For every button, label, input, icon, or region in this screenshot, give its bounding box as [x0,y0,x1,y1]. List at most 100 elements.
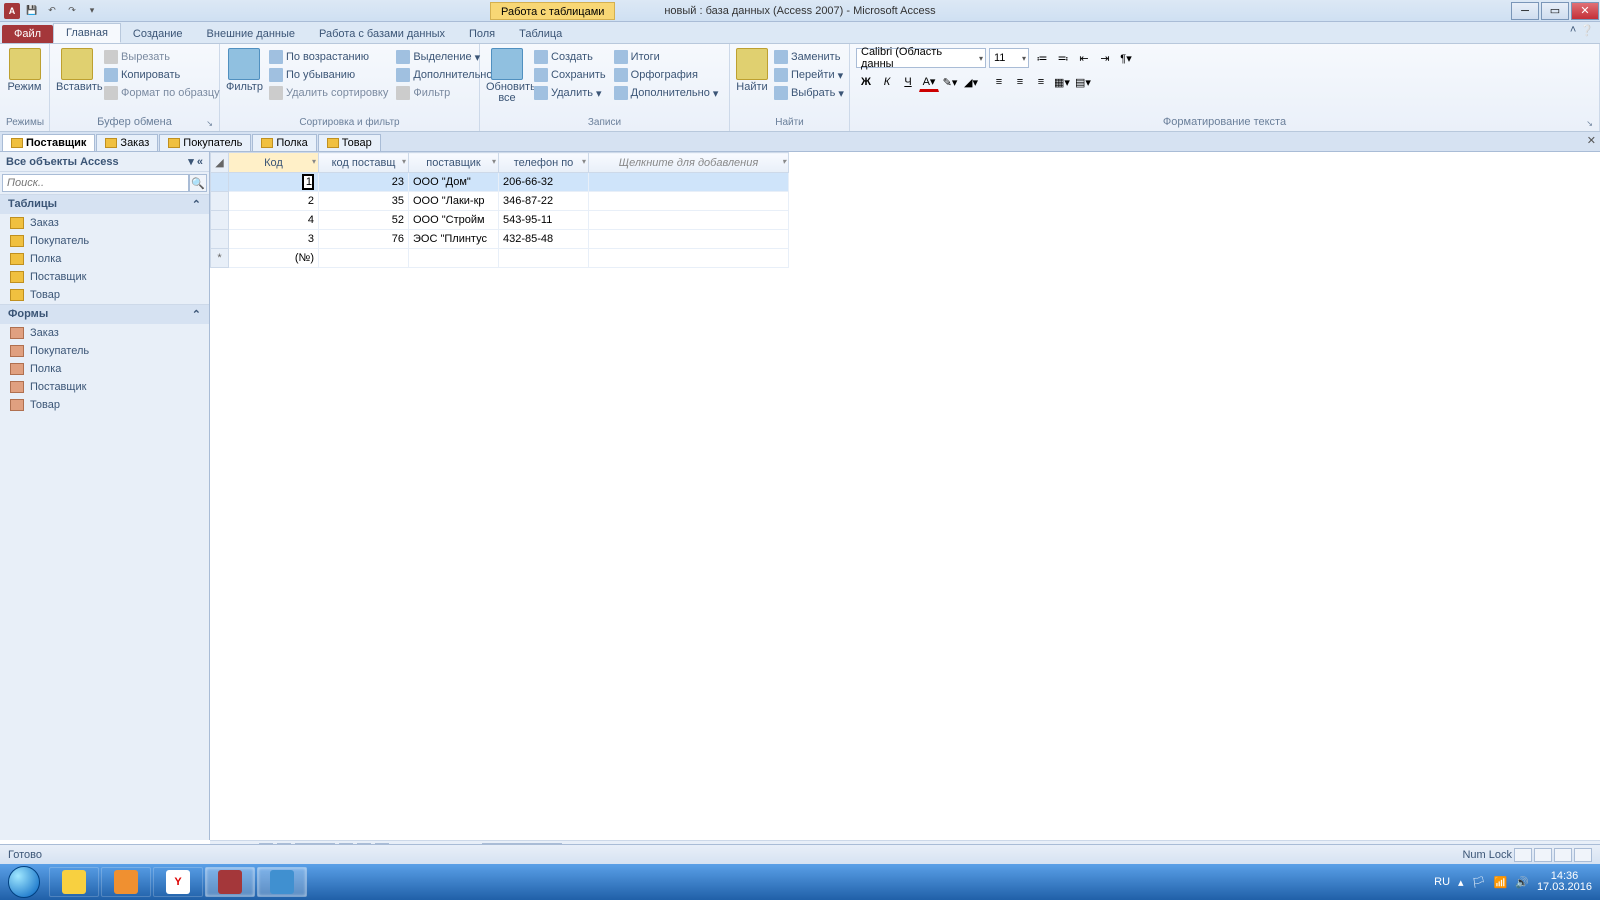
row-selector[interactable] [211,211,229,230]
minimize-button[interactable]: ─ [1511,2,1539,20]
tab-fields[interactable]: Поля [457,25,507,43]
new-row-selector[interactable]: * [211,249,229,268]
totals-button[interactable]: Итоги [612,48,721,66]
cell[interactable]: 543-95-11 [499,211,589,230]
font-family-combo[interactable]: Calibri (Область данны [856,48,986,68]
cell[interactable]: 23 [319,173,409,192]
row-selector[interactable] [211,173,229,192]
table-row[interactable]: 4 52 ООО "Стройм 543-95-11 [211,211,789,230]
tab-external-data[interactable]: Внешние данные [195,25,307,43]
pivotchart-view-button[interactable] [1574,848,1592,862]
sort-desc-button[interactable]: По убыванию [267,66,390,84]
fill-color-icon[interactable]: ◢▾ [961,72,981,92]
nav-table-zakaz[interactable]: Заказ [0,214,209,232]
align-right-icon[interactable]: ≡ [1031,72,1051,92]
taskbar-explorer[interactable] [49,867,99,897]
nav-form-polka[interactable]: Полка [0,360,209,378]
tray-up-icon[interactable]: ▴ [1458,876,1464,889]
table-row[interactable]: 3 76 ЭОС "Плинтус 432-85-48 [211,230,789,249]
cell[interactable]: 52 [319,211,409,230]
cell[interactable] [589,249,789,268]
pivottable-view-button[interactable] [1554,848,1572,862]
cell[interactable]: ООО "Дом" [409,173,499,192]
align-center-icon[interactable]: ≡ [1010,72,1030,92]
bullets-icon[interactable]: ≔ [1032,48,1052,68]
start-button[interactable] [0,864,48,900]
nav-table-pokupatel[interactable]: Покупатель [0,232,209,250]
remove-sort-button[interactable]: Удалить сортировку [267,84,390,102]
collapse-icon[interactable]: ⌃ [192,198,201,211]
cell[interactable]: ЭОС "Плинтус [409,230,499,249]
cell[interactable] [589,211,789,230]
ribbon-minimize-icon[interactable]: ˄ [1570,24,1576,37]
taskbar-media[interactable] [101,867,151,897]
cell[interactable]: 3 [229,230,319,249]
doctab-tovar[interactable]: Товар [318,134,381,151]
numbering-icon[interactable]: ≕ [1053,48,1073,68]
nav-table-polka[interactable]: Полка [0,250,209,268]
nav-group-forms[interactable]: Формы⌃ [0,304,209,324]
more-records-button[interactable]: Дополнительно ▾ [612,84,721,102]
text-dir-icon[interactable]: ¶▾ [1116,48,1136,68]
nav-group-tables[interactable]: Таблицы⌃ [0,194,209,214]
cell[interactable] [589,173,789,192]
flag-icon[interactable]: 🏳 [1472,876,1486,889]
replace-button[interactable]: Заменить [772,48,846,66]
taskbar-word[interactable] [257,867,307,897]
col-header-add[interactable]: Щелкните для добавления ▾ [589,153,789,173]
italic-icon[interactable]: К [877,72,897,92]
search-input[interactable] [2,174,189,192]
select-all-corner[interactable]: ◢ [211,153,229,173]
underline-icon[interactable]: Ч [898,72,918,92]
search-icon[interactable]: 🔍 [189,174,207,192]
clock[interactable]: 14:3617.03.2016 [1537,871,1592,893]
tab-file[interactable]: Файл [2,25,53,43]
qat-dropdown-icon[interactable]: ▾ [84,3,100,19]
save-icon[interactable]: 💾 [24,3,40,19]
font-color-icon[interactable]: A▾ [919,72,939,92]
doctab-polka[interactable]: Полка [252,134,316,151]
nav-form-pokupatel[interactable]: Покупатель [0,342,209,360]
tab-create[interactable]: Создание [121,25,195,43]
cell[interactable]: 4 [229,211,319,230]
nav-header[interactable]: Все объекты Access▾ « [0,152,209,172]
collapse-icon[interactable]: ⌃ [192,308,201,321]
format-painter-button[interactable]: Формат по образцу [102,84,222,102]
gridlines-icon[interactable]: ▦▾ [1052,72,1072,92]
table-row[interactable]: 2 35 ООО "Лаки-кр 346-87-22 [211,192,789,211]
nav-form-zakaz[interactable]: Заказ [0,324,209,342]
cell[interactable]: 2 [229,192,319,211]
volume-icon[interactable]: 🔊 [1515,876,1529,889]
highlight-icon[interactable]: ✎▾ [940,72,960,92]
close-button[interactable]: ✕ [1571,2,1599,20]
undo-icon[interactable]: ↶ [44,3,60,19]
table-row[interactable]: 1 23 ООО "Дом" 206-66-32 [211,173,789,192]
spelling-button[interactable]: Орфография [612,66,721,84]
row-selector[interactable] [211,230,229,249]
datasheet-view-button[interactable] [1514,848,1532,862]
row-selector[interactable] [211,192,229,211]
cell[interactable]: 76 [319,230,409,249]
filter-button[interactable]: Фильтр [226,48,263,93]
indent-dec-icon[interactable]: ⇤ [1074,48,1094,68]
tab-database-tools[interactable]: Работа с базами данных [307,25,457,43]
save-record-button[interactable]: Сохранить [532,66,608,84]
doctab-pokupatel[interactable]: Покупатель [159,134,251,151]
tab-home[interactable]: Главная [53,23,121,43]
clipboard-launcher-icon[interactable]: ↘ [206,119,213,128]
nav-form-tovar[interactable]: Товар [0,396,209,414]
view-mode-button[interactable]: Режим [6,48,43,93]
maximize-button[interactable]: ▭ [1541,2,1569,20]
indent-inc-icon[interactable]: ⇥ [1095,48,1115,68]
taskbar-access[interactable] [205,867,255,897]
cell[interactable] [589,230,789,249]
nav-table-postavshchik[interactable]: Поставщик [0,268,209,286]
col-header-postavshchik[interactable]: поставщик▾ [409,153,499,173]
cell[interactable]: 1 [229,173,319,192]
design-view-button[interactable] [1534,848,1552,862]
cut-button[interactable]: Вырезать [102,48,222,66]
help-icon[interactable]: ❔ [1580,24,1594,37]
doctab-zakaz[interactable]: Заказ [96,134,158,151]
app-icon[interactable]: A [4,3,20,19]
refresh-all-button[interactable]: Обновить все [486,48,528,104]
